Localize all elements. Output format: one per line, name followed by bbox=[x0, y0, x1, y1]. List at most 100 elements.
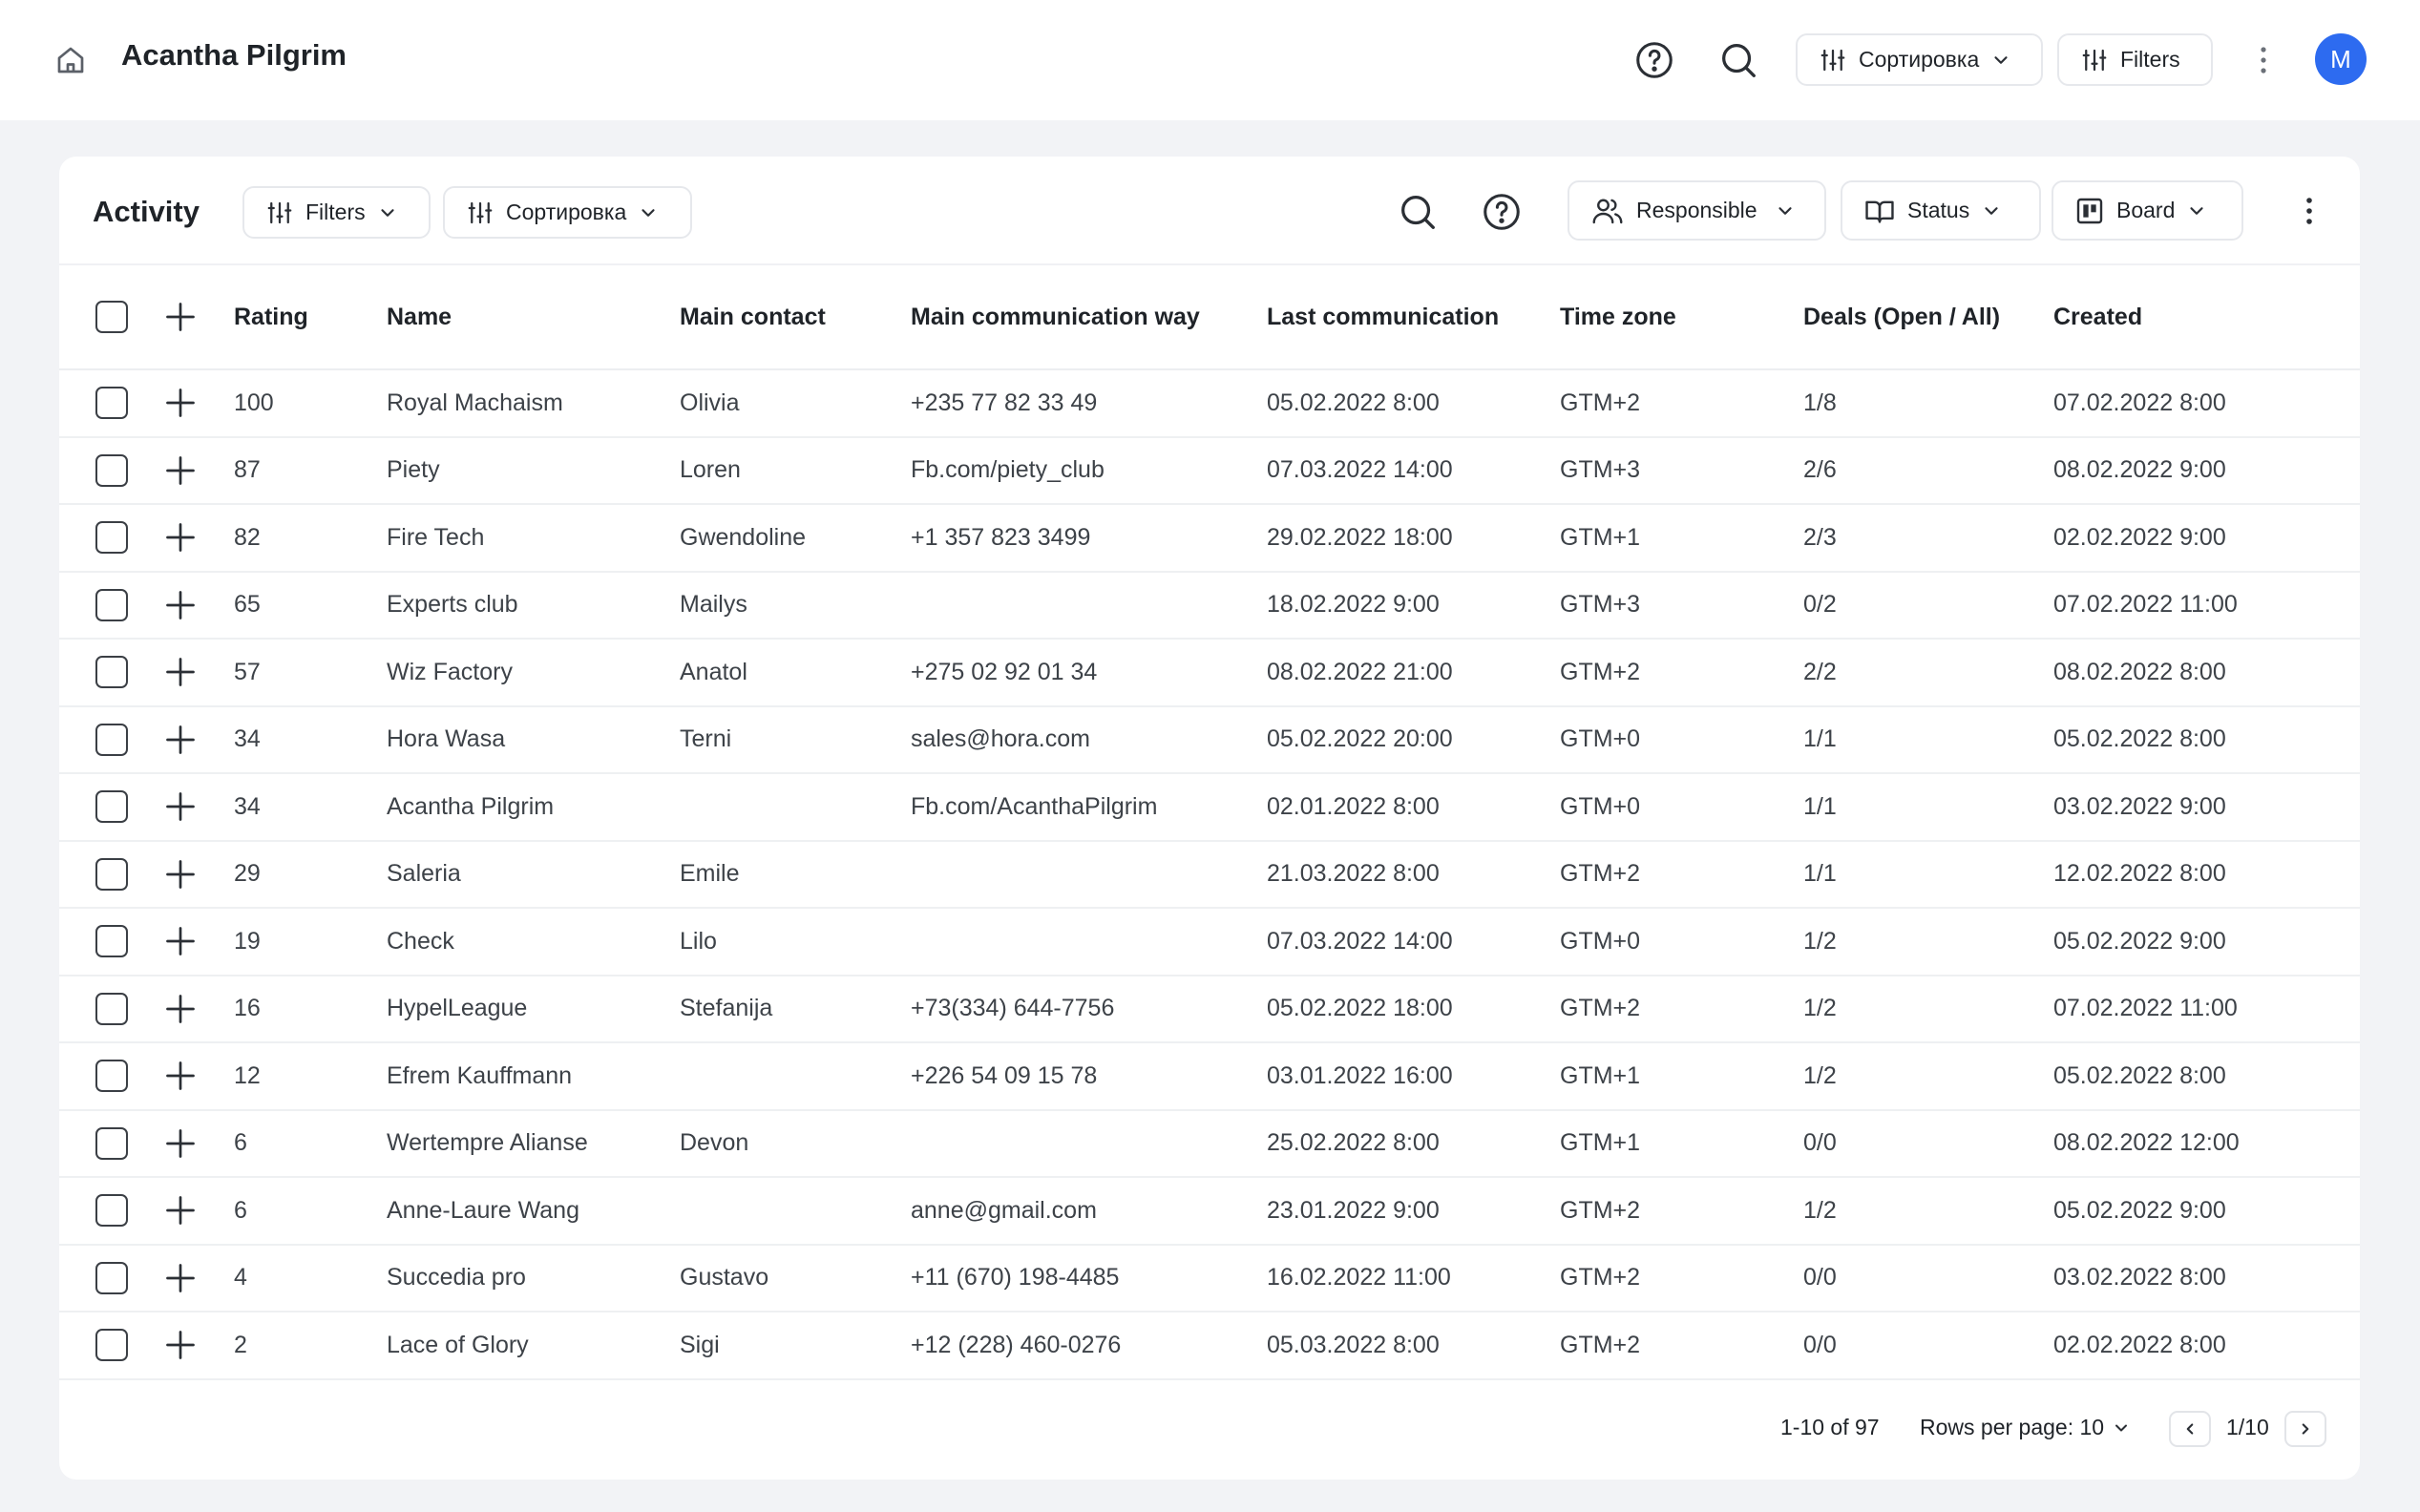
plus-icon[interactable] bbox=[163, 1059, 198, 1093]
activity-card: Activity Filters Сортировка Responsible … bbox=[59, 157, 2360, 1480]
plus-icon[interactable] bbox=[163, 789, 198, 824]
plus-icon[interactable] bbox=[163, 857, 198, 892]
table-row[interactable]: 19 Check Lilo 07.03.2022 14:00 GTM+0 1/2… bbox=[59, 909, 2360, 976]
table-row[interactable]: 65 Experts club Mailys 18.02.2022 9:00 G… bbox=[59, 573, 2360, 640]
row-checkbox[interactable] bbox=[95, 857, 128, 891]
cell-rating: 34 bbox=[234, 725, 261, 752]
plus-icon[interactable] bbox=[163, 520, 198, 555]
kebab-menu-icon[interactable] bbox=[2249, 44, 2278, 76]
previous-page-button[interactable] bbox=[2169, 1411, 2211, 1447]
table-body: 100 Royal Machaism Olivia +235 77 82 33 … bbox=[59, 370, 2360, 1380]
plus-icon[interactable] bbox=[163, 588, 198, 622]
sort-button[interactable]: Сортировка bbox=[1796, 33, 2043, 86]
responsible-dropdown[interactable]: Responsible bbox=[1568, 180, 1826, 241]
table-row[interactable]: 34 Hora Wasa Terni sales@hora.com 05.02.… bbox=[59, 707, 2360, 774]
cell-created: 07.02.2022 11:00 bbox=[2053, 995, 2238, 1021]
cell-created: 02.02.2022 8:00 bbox=[2053, 1331, 2226, 1358]
column-header-main-contact[interactable]: Main contact bbox=[680, 265, 826, 368]
column-header-time-zone[interactable]: Time zone bbox=[1560, 265, 1676, 368]
column-header-communication-way[interactable]: Main communication way bbox=[911, 265, 1200, 368]
card-help-icon[interactable] bbox=[1480, 190, 1524, 234]
row-checkbox[interactable] bbox=[95, 453, 128, 487]
cell-deals: 0/0 bbox=[1803, 1264, 1837, 1291]
card-filters-button[interactable]: Filters bbox=[242, 186, 431, 239]
plus-icon[interactable] bbox=[163, 992, 198, 1026]
table-row[interactable]: 87 Piety Loren Fb.com/piety_club 07.03.2… bbox=[59, 438, 2360, 505]
row-checkbox[interactable] bbox=[95, 521, 128, 554]
row-checkbox[interactable] bbox=[95, 1329, 128, 1361]
plus-icon[interactable] bbox=[163, 1261, 198, 1295]
cell-deals: 0/2 bbox=[1803, 591, 1837, 618]
row-checkbox[interactable] bbox=[95, 992, 128, 1025]
cell-time-zone: GTM+1 bbox=[1560, 523, 1641, 551]
cell-main-contact: Mailys bbox=[680, 591, 747, 618]
cell-communication-way: +11 (670) 198-4485 bbox=[911, 1264, 1120, 1291]
chevron-down-icon bbox=[1981, 200, 2002, 221]
plus-icon[interactable] bbox=[163, 655, 198, 689]
column-header-name[interactable]: Name bbox=[387, 265, 452, 368]
filters-label: Filters bbox=[2120, 47, 2180, 72]
cell-last-communication: 02.01.2022 8:00 bbox=[1267, 792, 1440, 820]
table-row[interactable]: 2 Lace of Glory Sigi +12 (228) 460-0276 … bbox=[59, 1312, 2360, 1380]
filters-button[interactable]: Filters bbox=[2057, 33, 2213, 86]
table-row[interactable]: 6 Wertempre Alianse Devon 25.02.2022 8:0… bbox=[59, 1111, 2360, 1178]
cell-name: Hora Wasa bbox=[387, 725, 506, 752]
row-checkbox[interactable] bbox=[95, 1261, 128, 1294]
table-row[interactable]: 57 Wiz Factory Anatol +275 02 92 01 34 0… bbox=[59, 640, 2360, 707]
card-kebab-menu-icon[interactable] bbox=[2295, 195, 2324, 227]
cell-last-communication: 23.01.2022 9:00 bbox=[1267, 1196, 1440, 1224]
column-header-deals[interactable]: Deals (Open / All) bbox=[1803, 265, 2000, 368]
card-sort-button[interactable]: Сортировка bbox=[443, 186, 692, 239]
column-header-created[interactable]: Created bbox=[2053, 265, 2142, 368]
column-header-last-communication[interactable]: Last communication bbox=[1267, 265, 1499, 368]
avatar[interactable]: M bbox=[2315, 33, 2367, 85]
plus-icon[interactable] bbox=[163, 1328, 198, 1362]
search-icon[interactable] bbox=[1716, 38, 1760, 82]
table-row[interactable]: 82 Fire Tech Gwendoline +1 357 823 3499 … bbox=[59, 505, 2360, 573]
row-checkbox[interactable] bbox=[95, 1126, 128, 1160]
status-dropdown[interactable]: Status bbox=[1841, 180, 2041, 241]
table-row[interactable]: 6 Anne-Laure Wang anne@gmail.com 23.01.2… bbox=[59, 1178, 2360, 1246]
cell-rating: 100 bbox=[234, 388, 274, 416]
table-row[interactable]: 12 Efrem Kauffmann +226 54 09 15 78 03.0… bbox=[59, 1043, 2360, 1111]
cell-time-zone: GTM+1 bbox=[1560, 1129, 1641, 1156]
plus-icon[interactable] bbox=[163, 453, 198, 488]
cell-deals: 1/8 bbox=[1803, 388, 1837, 416]
cell-main-contact: Devon bbox=[680, 1129, 749, 1156]
row-checkbox[interactable] bbox=[95, 723, 128, 756]
cell-communication-way: anne@gmail.com bbox=[911, 1196, 1097, 1224]
cell-communication-way: +275 02 92 01 34 bbox=[911, 658, 1098, 685]
select-all-checkbox[interactable] bbox=[95, 301, 128, 333]
next-page-button[interactable] bbox=[2284, 1411, 2326, 1447]
card-search-icon[interactable] bbox=[1396, 190, 1440, 234]
rows-per-page-select[interactable]: Rows per page: 10 bbox=[1920, 1415, 2131, 1440]
column-header-rating[interactable]: Rating bbox=[234, 265, 308, 368]
plus-icon[interactable] bbox=[163, 386, 198, 420]
cell-created: 05.02.2022 9:00 bbox=[2053, 1196, 2226, 1224]
home-icon[interactable] bbox=[53, 43, 88, 77]
plus-icon[interactable] bbox=[163, 1126, 198, 1161]
cell-deals: 1/1 bbox=[1803, 725, 1837, 752]
row-checkbox[interactable] bbox=[95, 588, 128, 621]
table-row[interactable]: 16 HypelLeague Stefanija +73(334) 644-77… bbox=[59, 976, 2360, 1043]
table-row[interactable]: 29 Saleria Emile 21.03.2022 8:00 GTM+2 1… bbox=[59, 842, 2360, 909]
row-checkbox[interactable] bbox=[95, 387, 128, 419]
plus-icon[interactable] bbox=[163, 300, 198, 334]
table-row[interactable]: 4 Succedia pro Gustavo +11 (670) 198-448… bbox=[59, 1246, 2360, 1312]
cell-deals: 1/2 bbox=[1803, 1196, 1837, 1224]
row-checkbox[interactable] bbox=[95, 925, 128, 957]
row-checkbox[interactable] bbox=[95, 1060, 128, 1092]
row-checkbox[interactable] bbox=[95, 656, 128, 688]
cell-name: Royal Machaism bbox=[387, 388, 563, 416]
board-dropdown[interactable]: Board bbox=[2052, 180, 2243, 241]
cell-last-communication: 08.02.2022 21:00 bbox=[1267, 658, 1453, 685]
cell-created: 02.02.2022 9:00 bbox=[2053, 523, 2226, 551]
row-checkbox[interactable] bbox=[95, 1194, 128, 1227]
table-row[interactable]: 100 Royal Machaism Olivia +235 77 82 33 … bbox=[59, 370, 2360, 438]
plus-icon[interactable] bbox=[163, 1193, 198, 1228]
table-row[interactable]: 34 Acantha Pilgrim Fb.com/AcanthaPilgrim… bbox=[59, 774, 2360, 842]
row-checkbox[interactable] bbox=[95, 790, 128, 823]
plus-icon[interactable] bbox=[163, 924, 198, 958]
help-icon[interactable] bbox=[1632, 38, 1676, 82]
plus-icon[interactable] bbox=[163, 723, 198, 757]
